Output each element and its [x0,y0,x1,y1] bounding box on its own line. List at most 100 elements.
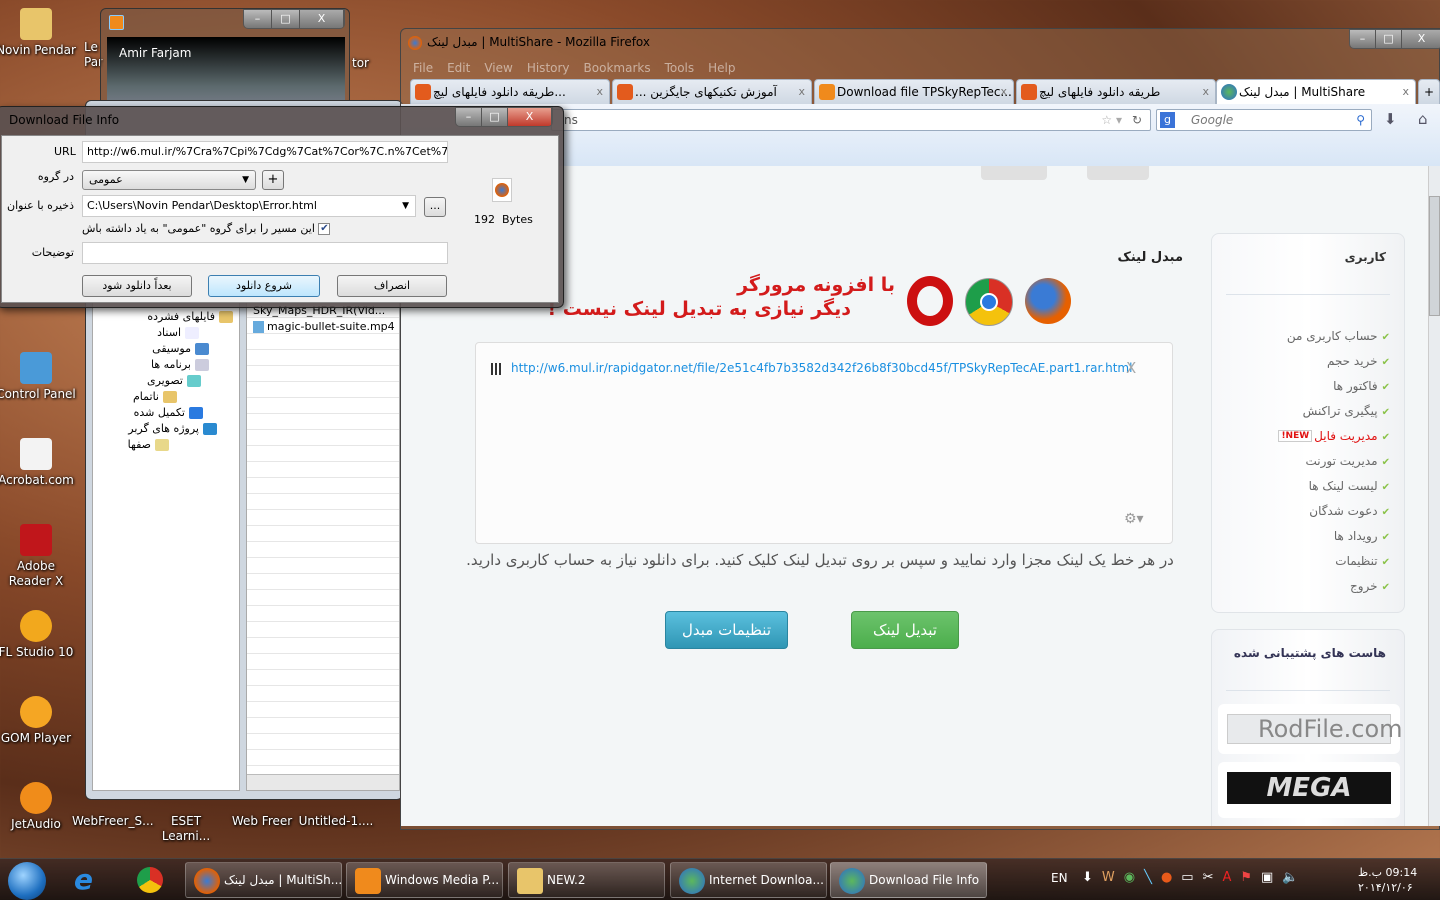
new-tab-button[interactable]: + [1418,79,1440,104]
menu-view[interactable]: View [484,61,512,75]
alert-tray-icon[interactable]: ● [1161,870,1172,885]
converter-settings-button[interactable]: تنظیمات مبدل [665,611,788,649]
downloads-icon[interactable]: ⬇ [1384,110,1397,128]
desktop-icon-fl-studio[interactable]: FL Studio 10 [0,610,76,660]
tree-item-programs[interactable]: برنامه ها [151,358,209,371]
tab-close-icon[interactable]: x [1000,80,1007,104]
tab-close-icon[interactable]: x [1202,80,1209,104]
browse-button[interactable]: ... [424,197,446,217]
desktop-icon-adobe-reader[interactable]: Adobe Reader X [0,524,76,589]
maximize-button[interactable]: □ [272,10,300,28]
device-tray-icon[interactable]: ▭ [1181,870,1193,885]
taskbar-item-media-player[interactable]: Windows Media P... [346,862,503,898]
tree-item-music[interactable]: موسیقی [152,342,209,355]
menu-transaction-tracking[interactable]: ✔پیگیری تراکنش [1220,399,1390,424]
download-tray-icon[interactable]: ⬇ [1082,870,1093,885]
top-nav-button[interactable] [981,166,1047,180]
tree-item-documents[interactable]: اسناد [157,326,199,339]
desktop-icon-gom-player[interactable]: GOM Player [0,696,76,746]
start-download-button[interactable]: شروع دانلود [208,275,320,297]
url-field[interactable]: http://w6.mul.ir/%7Cra%7Cpi%7Cdg%7Cat%7C… [82,141,448,163]
description-field[interactable] [82,242,448,264]
adobe-tray-icon[interactable]: A [1222,870,1231,885]
menu-events[interactable]: ✔رویداد ها [1220,524,1390,549]
menu-invoices[interactable]: ✔فاکتور ها [1220,374,1390,399]
gear-icon[interactable]: ⚙▾ [1124,511,1144,527]
language-indicator[interactable]: EN [1051,871,1068,885]
checkbox-checked-icon[interactable]: ✔ [318,223,331,235]
menu-edit[interactable]: Edit [447,61,470,75]
cancel-button[interactable]: انصراف [337,275,447,297]
menu-file[interactable]: File [413,61,433,75]
pen-tray-icon[interactable]: ╲ [1144,870,1152,885]
chrome-icon[interactable] [137,867,163,893]
tab-close-icon[interactable]: x [798,80,805,104]
host-rodfile[interactable]: RodFile.com [1218,704,1403,754]
menu-buy-volume[interactable]: ✔خرید حجم [1220,349,1390,374]
link-entry[interactable]: http://w6.mul.ir/rapidgator.net/file/2e5… [511,361,1132,375]
clock-date[interactable]: ۲۰۱۴/۱۲/۰۶ [1358,881,1413,894]
file-row[interactable]: magic-bullet-suite.mp4 [253,320,395,333]
horizontal-scrollbar[interactable] [247,774,399,790]
convert-link-button[interactable]: تبدیل لینک [851,611,959,649]
qr-code-icon[interactable] [491,363,503,375]
menu-bookmarks[interactable]: Bookmarks [584,61,651,75]
top-nav-button[interactable] [1087,166,1149,180]
desktop-icon-novin-pendar[interactable]: Novin Pendar [0,8,76,58]
tab-leech-2[interactable]: طریقه دانلود فایلهای لیچ x [1016,79,1216,104]
remember-path-checkbox[interactable]: ✔ این مسیر را برای گروه "عمومی" به یاد د… [82,222,331,235]
menu-help[interactable]: Help [708,61,735,75]
taskbar-item-download-file-info[interactable]: Download File Info [830,862,987,898]
menu-my-account[interactable]: ✔حساب کاربری من [1220,324,1390,349]
address-bar[interactable]: ns ☆ ▾ ↻ [551,109,1151,131]
desktop-icon-untitled[interactable]: Untitled-1.... [296,814,376,829]
tree-item-video[interactable]: تصویری [147,374,201,387]
menu-tools[interactable]: Tools [665,61,695,75]
tab-multishare[interactable]: مبدل لینک | MultiShare x [1216,79,1416,104]
clock-time[interactable]: 09:14 ب.ظ [1358,866,1417,879]
start-button[interactable] [8,862,46,900]
desktop-icon-jetaudio[interactable]: JetAudio [0,782,76,832]
volume-icon[interactable]: 🔈 [1282,870,1298,885]
home-icon[interactable]: ⌂ [1418,110,1428,128]
tools-tray-icon[interactable]: ✂ [1203,870,1214,885]
menu-file-management[interactable]: ✔مدیریت فایلNEW! [1220,424,1390,449]
maximize-button[interactable]: □ [1376,30,1402,48]
search-input[interactable]: g Google ⚲ [1156,109,1372,131]
menu-history[interactable]: History [527,61,570,75]
tree-item-queues[interactable]: صفها [128,438,169,451]
bookmark-star-icon[interactable]: ☆ ▾ [1101,110,1122,130]
menu-link-list[interactable]: ✔لیست لینک ها [1220,474,1390,499]
word-tray-icon[interactable]: W [1102,870,1115,885]
reload-icon[interactable]: ↻ [1132,110,1142,130]
desktop-icon-eset[interactable]: ESET Learni... [146,814,226,844]
menu-logout[interactable]: ✔خروج [1220,574,1390,599]
taskbar-item-idm[interactable]: Internet Downloa... [670,862,827,898]
close-button[interactable]: X [508,108,552,126]
add-group-button[interactable]: + [262,170,284,190]
chevron-down-icon[interactable]: ▼ [402,196,409,216]
network-icon[interactable]: ▣ [1261,870,1273,885]
save-as-combobox[interactable]: C:\Users\Novin Pendar\Desktop\Error.html… [82,195,416,217]
desktop-icon-acrobat[interactable]: Acrobat.com [0,438,76,488]
minimize-button[interactable]: – [1350,30,1376,48]
tab-close-icon[interactable]: x [1402,80,1409,104]
page-scrollbar[interactable] [1428,166,1440,826]
idm-tray-icon[interactable]: ◉ [1124,870,1135,885]
menu-invitees[interactable]: ✔دعوت شدگان [1220,499,1390,524]
maximize-button[interactable]: □ [482,108,508,126]
desktop-icon-web-freer[interactable]: Web Freer [222,814,302,829]
tree-item-grabber-projects[interactable]: پروژه های گربر [128,422,217,435]
menu-settings[interactable]: ✔تنظیمات [1220,549,1390,574]
desktop-icon-control-panel[interactable]: Control Panel [0,352,76,402]
close-button[interactable]: X [1402,30,1440,48]
taskbar-item-firefox[interactable]: مبدل لینک | MultiSh... [185,862,342,898]
desktop-icon-partial-tor[interactable]: tor [352,56,382,71]
minimize-button[interactable]: – [244,10,272,28]
tree-item-compressed[interactable]: فایلهای فشرده [147,310,233,323]
browser-extension-promo[interactable]: با افزونه مرورگر دیگر نیازی به تبدیل لین… [547,274,1071,330]
tree-item-incomplete[interactable]: ناتمام [133,390,177,403]
remove-link-icon[interactable]: X [1126,359,1136,377]
menu-torrent-management[interactable]: ✔مدیریت تورنت [1220,449,1390,474]
tab-leech-1[interactable]: طریقه دانلود فایلهای لیچ... x [410,79,610,104]
